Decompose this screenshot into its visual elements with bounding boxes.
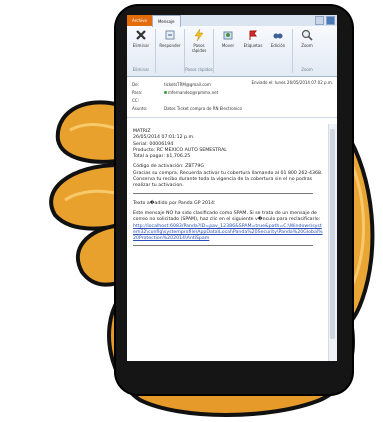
group-delete-label: Eliminar: [132, 67, 150, 72]
reclassify-link[interactable]: http://localhost:6083/Panda?ID=pav_12386…: [133, 224, 323, 243]
lightning-icon: [194, 29, 204, 41]
title-bar: Archivo Mensaje: [127, 15, 337, 27]
tags-label: Etiquetas: [243, 43, 263, 48]
move-icon: [223, 31, 233, 40]
group-reply: Responder: [156, 29, 185, 73]
group-delete: Eliminar Eliminar: [127, 29, 156, 73]
group-zoom-label: Zoom: [301, 67, 313, 72]
reply-button[interactable]: Responder: [159, 29, 181, 63]
sent-date: Enviado el: lunes 26/05/2014 07:02 p.m.: [251, 80, 333, 85]
zoom-button[interactable]: Zoom: [296, 29, 318, 63]
subject-value: Datos Ticket compra de RN Electronico: [164, 105, 242, 111]
to-label: Para:: [132, 89, 143, 95]
reply-icon: [165, 30, 175, 40]
illustration: Archivo Mensaje Eliminar Eliminar Respon…: [0, 0, 383, 422]
tags-button[interactable]: Etiquetas: [242, 29, 264, 63]
cc-label: CC:: [132, 97, 139, 103]
delete-icon: [136, 30, 146, 40]
from-value[interactable]: ticketsTRM@gmail.com: [164, 82, 211, 87]
move-label: Mover: [221, 43, 235, 48]
zoom-icon: [301, 29, 313, 41]
flag-icon: [249, 30, 258, 40]
group-quick-steps: Pasos rápidos Pasos rápidos: [185, 29, 214, 73]
reply-label: Responder: [159, 43, 181, 48]
move-button[interactable]: Mover: [217, 29, 239, 63]
tab-file[interactable]: Archivo: [127, 15, 152, 26]
minimize-button[interactable]: [315, 16, 324, 25]
quick-steps-label: Pasos rápidos: [191, 43, 207, 53]
group-move: Mover Etiquetas Edición: [214, 29, 293, 73]
edit-button[interactable]: Edición: [267, 29, 289, 63]
quick-steps-button[interactable]: Pasos rápidos: [188, 29, 210, 63]
presence-icon: [164, 90, 167, 94]
zoom-label: Zoom: [301, 43, 313, 48]
group-quick-steps-label: Pasos rápidos: [185, 67, 213, 72]
message-header: De: ticketsTRM@gmail.com Para: mfernandez@…: [127, 77, 337, 118]
tab-message[interactable]: Mensaje: [151, 15, 181, 27]
group-zoom: Zoom Zoom: [293, 29, 321, 73]
email-window: Archivo Mensaje Eliminar Eliminar Respon…: [127, 15, 337, 361]
binoculars-icon: [273, 33, 283, 39]
help-button[interactable]: [326, 16, 335, 25]
ribbon: Eliminar Eliminar Responder Pasos rápido…: [127, 26, 337, 77]
from-label: De:: [132, 81, 139, 87]
to-value[interactable]: mfernandez@rpmmx.net: [168, 90, 218, 95]
edit-label: Edición: [270, 43, 286, 48]
subject-label: Asunto:: [132, 105, 148, 111]
delete-button[interactable]: Eliminar: [130, 29, 152, 63]
delete-label: Eliminar: [132, 43, 150, 48]
